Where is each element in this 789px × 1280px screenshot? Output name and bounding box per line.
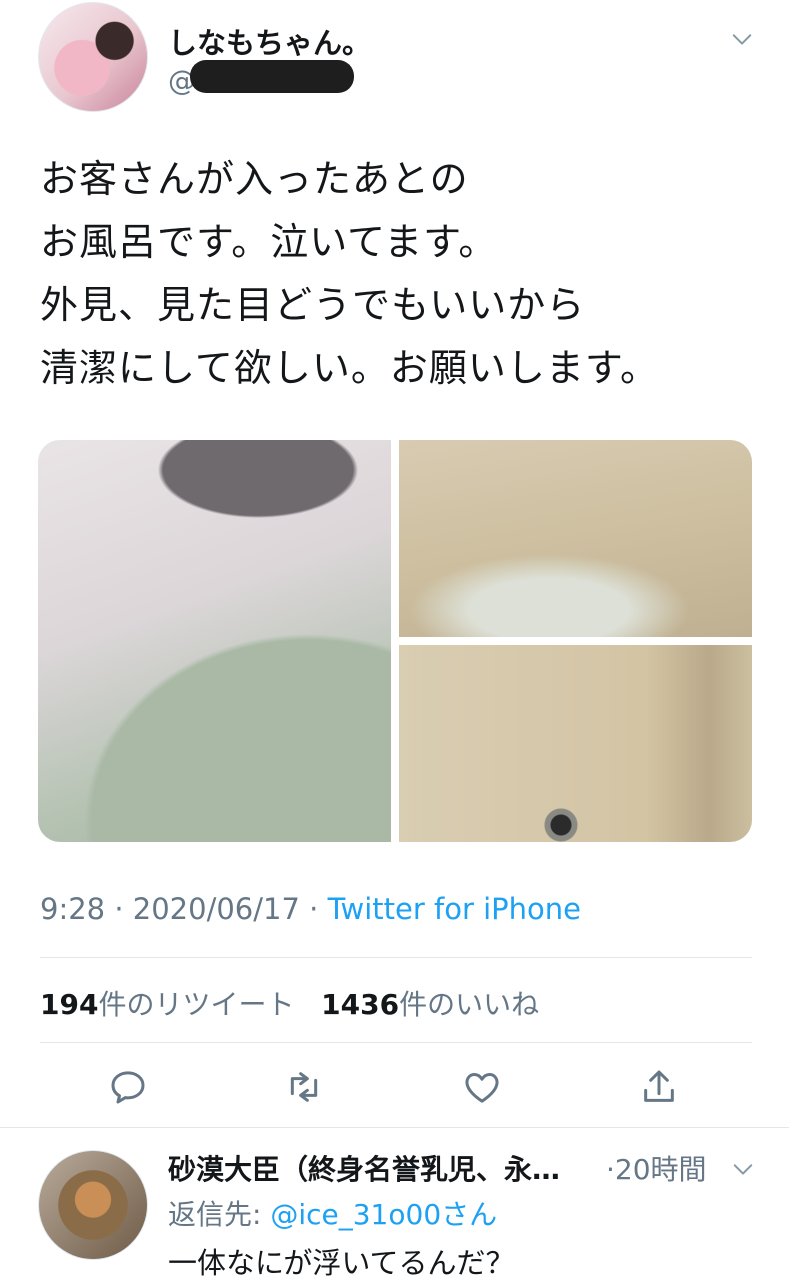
tweet-text-line: お客さんが入ったあとの [40,157,469,201]
photo-bathtub-2[interactable] [399,440,752,637]
like-count: 1436 [321,988,400,1021]
tweet-text-line: 清潔にして欲しい。お願いします。 [40,346,660,390]
retweet-icon [290,1072,318,1102]
reply-icon [111,1071,145,1104]
meta-separator: · [114,892,124,926]
heart-icon [465,1073,499,1103]
reply-tweet[interactable]: 砂漠大臣（終身名誉乳児、永… ·20時間 返信先: @ice_31o00さん 一… [0,1128,789,1280]
retweet-count: 194 [40,988,99,1021]
media-grid [38,440,752,842]
retweet-stat[interactable]: 194件のリツイート [40,988,294,1021]
meta-separator: · [309,892,319,926]
reply-to-label: 返信先: [168,1198,271,1231]
tweet-date: 2020/06/17 [132,892,300,926]
reply-timestamp: ·20時間 [606,1153,707,1186]
chevron-down-icon[interactable] [731,28,753,50]
tweet-time: 9:28 [40,892,106,926]
reply-text: 一体なにが浮いてるんだ？ [168,1246,515,1280]
share-button[interactable] [639,1067,679,1107]
chevron-down-icon[interactable] [732,1158,754,1180]
photo-bathtub-1[interactable] [38,440,391,842]
tweet-stats: 194件のリツイート 1436件のいいね [40,983,539,1023]
tweet-text-line: 外見、見た目どうでもいいから [40,283,586,327]
avatar[interactable] [38,2,148,112]
reply-to-mention[interactable]: @ice_31o00さん [270,1198,497,1231]
tweet-text: お客さんが入ったあとの お風呂です。泣いてます。 外見、見た目どうでもいいから … [40,148,760,400]
retweet-label: 件のリツイート [98,988,295,1021]
tweet-source-link[interactable]: Twitter for iPhone [328,892,581,926]
reply-display-name[interactable]: 砂漠大臣（終身名誉乳児、永… [168,1148,598,1188]
display-name[interactable]: しなもちゃん。 [168,20,371,62]
like-label: 件のいいね [399,988,540,1021]
like-button[interactable] [462,1067,502,1107]
retweet-button[interactable] [284,1067,324,1107]
tweet-text-line: お風呂です。泣いてます。 [40,220,498,264]
avatar[interactable] [38,1150,148,1260]
reply-button[interactable] [108,1067,148,1107]
share-icon [644,1070,674,1102]
like-stat[interactable]: 1436件のいいね [321,988,539,1021]
divider [40,1042,752,1043]
tweet-meta: 9:28 · 2020/06/17 · Twitter for iPhone [40,892,581,926]
divider [40,957,752,958]
reply-to: 返信先: @ice_31o00さん [168,1193,497,1233]
photo-bathtub-3[interactable] [399,645,752,842]
handle-redaction [190,60,354,93]
